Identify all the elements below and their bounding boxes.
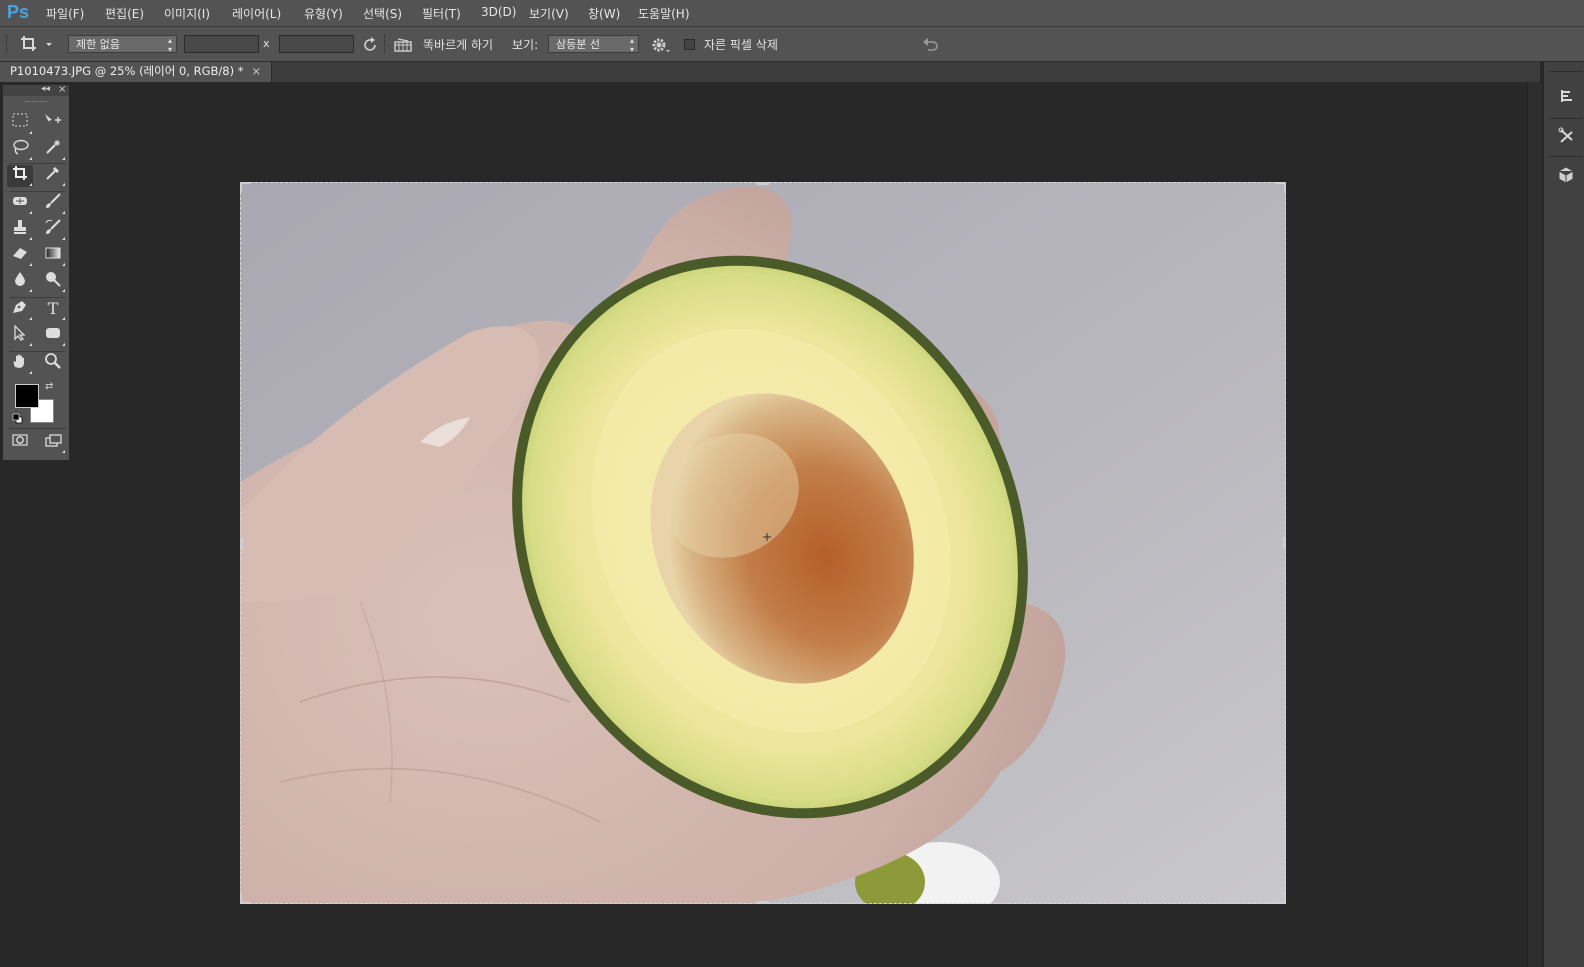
ratio-select-value: 제한 없음	[76, 38, 120, 51]
collapse-icon[interactable]: ◂◂	[41, 84, 50, 94]
rotate-icon[interactable]	[361, 36, 379, 57]
dock-divider	[1548, 118, 1582, 119]
crop-icon[interactable]	[7, 165, 33, 187]
crop-height-field[interactable]	[279, 35, 354, 53]
rectangular-marquee-icon[interactable]	[7, 113, 33, 135]
menu-window[interactable]: 창(W)	[588, 5, 620, 22]
toolbox-panel: ◂◂ × T ⇄	[2, 84, 70, 461]
menu-3d[interactable]: 3D(D)	[481, 5, 516, 19]
toolbox-divider	[9, 297, 65, 298]
toolbox-header[interactable]: ◂◂ ×	[3, 84, 69, 96]
document-tab-bar: P1010473.JPG @ 25% (레이어 0, RGB/8) * ×	[0, 62, 1540, 82]
tools-scissors-icon[interactable]	[1554, 126, 1578, 150]
spot-healing-icon[interactable]	[7, 193, 33, 215]
menu-view[interactable]: 보기(V)	[529, 5, 569, 22]
path-selection-icon[interactable]	[7, 324, 33, 347]
crop-tool-preset-icon[interactable]	[20, 34, 52, 57]
panel-dock	[1543, 62, 1584, 967]
options-divider	[384, 35, 387, 53]
default-colors-icon[interactable]	[12, 413, 23, 427]
select-arrows-icon: ▴ ▾	[167, 36, 172, 54]
undo-icon[interactable]	[922, 36, 940, 57]
eyedropper-icon[interactable]	[40, 165, 66, 187]
straighten-icon[interactable]	[393, 37, 413, 56]
crop-handle-top-right[interactable]	[1276, 182, 1286, 192]
foreground-color-swatch[interactable]	[15, 384, 39, 408]
toolbox-divider	[9, 428, 65, 429]
quick-mask-icon[interactable]	[7, 432, 33, 454]
dock-divider	[1548, 156, 1582, 157]
options-grip[interactable]	[6, 35, 9, 53]
brush-icon[interactable]	[40, 193, 66, 215]
document-tab[interactable]: P1010473.JPG @ 25% (레이어 0, RGB/8) * ×	[0, 62, 273, 82]
toolbox-divider	[9, 163, 65, 164]
menu-layer[interactable]: 레이어(L)	[232, 5, 281, 22]
menu-select[interactable]: 선택(S)	[363, 5, 402, 22]
history-icon[interactable]	[1554, 86, 1578, 110]
document-tab-title: P1010473.JPG @ 25% (레이어 0, RGB/8) *	[10, 64, 244, 78]
dock-divider	[1548, 71, 1582, 72]
view-overlay-value: 삼등분 선	[556, 38, 600, 51]
zoom-icon[interactable]	[40, 353, 66, 375]
canvas-image[interactable]	[240, 182, 1286, 904]
dodge-icon[interactable]	[40, 271, 66, 293]
close-icon[interactable]: ×	[251, 64, 261, 78]
clone-stamp-icon[interactable]	[7, 219, 33, 241]
options-bar: 제한 없음 ▴ ▾ x 똑바르게 하기 보기: 삼등분 선 ▴ ▾ 자른 픽셀 삭제	[0, 27, 1584, 62]
crop-handle-bottom-right[interactable]	[1276, 894, 1286, 904]
menu-file[interactable]: 파일(F)	[46, 5, 84, 22]
photoshop-logo: Ps	[7, 2, 30, 22]
menu-type[interactable]: 유형(Y)	[304, 5, 343, 22]
gear-icon[interactable]	[650, 35, 670, 58]
eraser-icon[interactable]	[7, 245, 33, 267]
view-label: 보기:	[512, 38, 539, 52]
crop-handle-left[interactable]	[240, 537, 243, 549]
toolbox-divider	[9, 351, 65, 352]
blur-icon[interactable]	[7, 271, 33, 293]
straighten-label[interactable]: 똑바르게 하기	[423, 36, 493, 53]
crop-handle-right[interactable]	[1283, 537, 1286, 549]
menu-edit[interactable]: 편집(E)	[105, 5, 144, 22]
crop-handle-bottom[interactable]	[757, 901, 769, 904]
lasso-icon[interactable]	[7, 139, 33, 161]
history-brush-icon[interactable]	[40, 219, 66, 241]
toolbox-divider	[9, 191, 65, 192]
crop-width-field[interactable]	[184, 35, 259, 53]
delete-cropped-label[interactable]: 자른 픽셀 삭제	[704, 36, 778, 53]
rectangle-shape-icon[interactable]	[40, 325, 66, 347]
menu-help[interactable]: 도움말(H)	[638, 5, 690, 22]
crop-handle-bottom-left[interactable]	[240, 894, 250, 904]
select-arrows-icon: ▴ ▾	[629, 36, 634, 54]
toolbox-grip[interactable]	[25, 101, 47, 104]
hand-icon[interactable]	[7, 353, 33, 375]
magic-wand-icon[interactable]	[40, 139, 66, 161]
vertical-scrollbar[interactable]	[1527, 82, 1542, 967]
move-icon[interactable]	[40, 113, 66, 135]
menu-filter[interactable]: 필터(T)	[422, 5, 461, 22]
close-icon[interactable]: ×	[58, 84, 66, 95]
menu-image[interactable]: 이미지(I)	[164, 5, 210, 22]
gradient-icon[interactable]	[40, 245, 66, 267]
type-icon[interactable]: T	[40, 299, 66, 321]
screen-mode-icon[interactable]	[40, 432, 66, 454]
avocado-photo	[240, 182, 1286, 904]
crop-handle-top[interactable]	[757, 182, 769, 185]
ratio-select[interactable]: 제한 없음 ▴ ▾	[68, 35, 177, 54]
swap-colors-icon[interactable]: ⇄	[45, 381, 53, 392]
dimension-times: x	[263, 37, 270, 50]
pen-icon[interactable]	[7, 299, 33, 321]
crop-handle-top-left[interactable]	[240, 182, 250, 192]
3d-cube-icon[interactable]	[1554, 165, 1578, 189]
view-overlay-select[interactable]: 삼등분 선 ▴ ▾	[548, 35, 639, 54]
menu-bar: Ps 파일(F) 편집(E) 이미지(I) 레이어(L) 유형(Y) 선택(S)…	[0, 0, 1584, 27]
delete-cropped-checkbox[interactable]	[684, 39, 695, 50]
